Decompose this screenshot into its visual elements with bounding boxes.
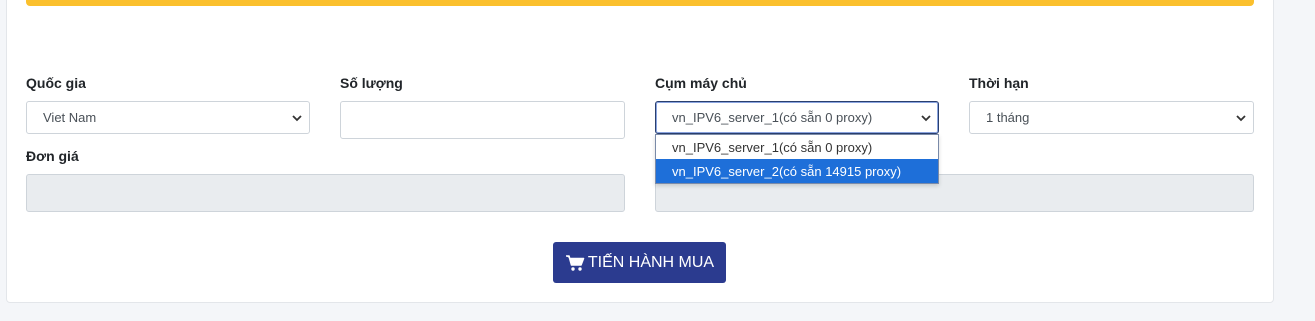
server-option-1[interactable]: vn_IPV6_server_1(có sẵn 0 proxy) (656, 135, 938, 159)
duration-select[interactable]: 1 tháng (969, 101, 1254, 134)
server-cluster-select-value: vn_IPV6_server_1(có sẵn 0 proxy) (672, 110, 873, 125)
unit-price-label: Đơn giá (26, 148, 79, 164)
quantity-input[interactable] (340, 101, 625, 139)
buy-button-label: TIẾN HÀNH MUA (587, 253, 715, 271)
country-select-value: Viet Nam (43, 110, 97, 125)
server-option-2[interactable]: vn_IPV6_server_2(có sẵn 14915 proxy) (656, 159, 938, 183)
chevron-down-icon (1236, 114, 1246, 121)
buy-button[interactable]: TIẾN HÀNH MUA (553, 242, 726, 283)
server-cluster-select[interactable]: vn_IPV6_server_1(có sẵn 0 proxy) (655, 101, 939, 134)
duration-label: Thời hạn (969, 75, 1029, 91)
server-cluster-label: Cụm máy chủ (655, 75, 747, 91)
country-select[interactable]: Viet Nam (26, 101, 310, 134)
server-cluster-dropdown: vn_IPV6_server_1(có sẵn 0 proxy) vn_IPV6… (655, 134, 939, 184)
chevron-down-icon (921, 114, 931, 121)
duration-select-value: 1 tháng (986, 110, 1030, 125)
unit-price-field (26, 174, 625, 212)
warning-banner (26, 0, 1254, 6)
quantity-label: Số lượng (340, 75, 403, 91)
country-label: Quốc gia (26, 75, 86, 91)
cart-icon (565, 254, 585, 271)
chevron-down-icon (292, 114, 302, 121)
